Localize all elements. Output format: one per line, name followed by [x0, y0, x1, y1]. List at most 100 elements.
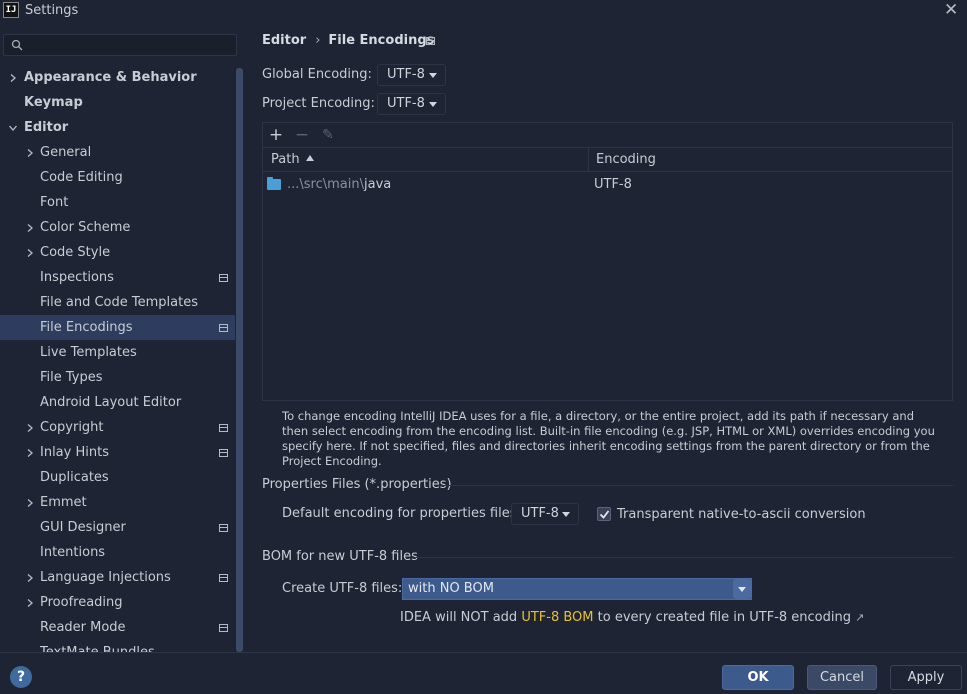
sidebar-item-label: Code Editing	[40, 170, 123, 185]
path-prefix: ...\src\main\	[287, 177, 364, 192]
sidebar-item-code-style[interactable]: Code Style	[0, 240, 235, 265]
column-divider[interactable]	[588, 148, 589, 172]
sidebar-item-label: Copyright	[40, 420, 104, 435]
window-title: Settings	[25, 3, 79, 18]
properties-default-label: Default encoding for properties files:	[282, 506, 521, 521]
sidebar-item-copyright[interactable]: Copyright	[0, 415, 235, 440]
global-encoding-dropdown[interactable]: UTF-8	[377, 64, 446, 86]
chevron-right-icon[interactable]	[24, 240, 36, 265]
apply-button[interactable]: Apply	[890, 665, 962, 690]
sidebar-item-appearance-behavior[interactable]: Appearance & Behavior	[0, 65, 235, 90]
close-icon[interactable]: ✕	[944, 1, 958, 19]
section-divider	[412, 557, 953, 558]
bom-note-prefix: IDEA will NOT add	[400, 610, 522, 625]
properties-encoding-dropdown[interactable]: UTF-8	[511, 503, 579, 525]
chevron-right-icon[interactable]	[24, 565, 36, 590]
sidebar-item-gui-designer[interactable]: GUI Designer	[0, 515, 235, 540]
ok-button[interactable]: OK	[722, 665, 794, 690]
sidebar-scrollbar[interactable]	[236, 68, 243, 652]
sidebar-item-android-layout-editor[interactable]: Android Layout Editor	[0, 390, 235, 415]
app-logo-icon: IJ	[3, 2, 19, 18]
project-scope-icon	[219, 324, 228, 332]
search-input[interactable]	[3, 34, 237, 56]
project-encoding-dropdown[interactable]: UTF-8	[377, 93, 446, 115]
sidebar-item-file-and-code-templates[interactable]: File and Code Templates	[0, 290, 235, 315]
column-header-path[interactable]: Path	[271, 152, 314, 167]
chevron-down-icon	[562, 512, 570, 517]
sidebar-item-label: Duplicates	[40, 470, 109, 485]
project-scope-icon	[219, 574, 228, 582]
encoding-help-text: To change encoding IntelliJ IDEA uses fo…	[282, 409, 935, 468]
breadcrumb: Editor › File Encodings	[262, 33, 434, 48]
checkmark-icon	[599, 510, 610, 519]
chevron-right-icon[interactable]	[24, 415, 36, 440]
sidebar-item-file-types[interactable]: File Types	[0, 365, 235, 390]
chevron-down-icon	[429, 102, 437, 107]
sidebar-item-label: File Types	[40, 370, 103, 385]
sidebar-item-label: Editor	[24, 120, 69, 135]
sidebar-item-file-encodings[interactable]: File Encodings	[0, 315, 235, 340]
folder-icon	[267, 177, 281, 190]
chevron-right-icon[interactable]	[24, 590, 36, 615]
sidebar-item-editor[interactable]: Editor	[0, 115, 235, 140]
sidebar-item-color-scheme[interactable]: Color Scheme	[0, 215, 235, 240]
properties-encoding-value: UTF-8	[521, 506, 559, 521]
create-utf8-dropdown[interactable]: with NO BOM	[402, 578, 752, 600]
sidebar-item-code-editing[interactable]: Code Editing	[0, 165, 235, 190]
sidebar-item-language-injections[interactable]: Language Injections	[0, 565, 235, 590]
table-header: Path Encoding	[263, 148, 952, 172]
transparent-conversion-checkbox[interactable]	[597, 507, 611, 521]
sidebar-item-label: Code Style	[40, 245, 111, 260]
sidebar-item-font[interactable]: Font	[0, 190, 235, 215]
column-header-encoding[interactable]: Encoding	[596, 152, 656, 167]
help-button[interactable]: ?	[10, 666, 32, 688]
external-link-icon[interactable]: ↗	[855, 611, 864, 624]
sidebar-item-proofreading[interactable]: Proofreading	[0, 590, 235, 615]
sidebar-item-emmet[interactable]: Emmet	[0, 490, 235, 515]
sidebar-item-label: File and Code Templates	[40, 295, 198, 310]
sidebar-item-keymap[interactable]: Keymap	[0, 90, 235, 115]
breadcrumb-separator: ›	[315, 33, 321, 48]
chevron-right-icon[interactable]	[24, 440, 36, 465]
path-name: java	[364, 177, 392, 192]
chevron-right-icon[interactable]	[24, 215, 36, 240]
create-utf8-value: with NO BOM	[408, 581, 494, 596]
bom-note-suffix: to every created file in UTF-8 encoding	[593, 610, 851, 625]
project-scope-icon	[219, 449, 228, 457]
sidebar-item-intentions[interactable]: Intentions	[0, 540, 235, 565]
encoding-cell[interactable]: UTF-8	[594, 177, 632, 192]
sidebar-item-textmate-bundles[interactable]: TextMate Bundles	[0, 640, 235, 652]
sidebar-item-label: Proofreading	[40, 595, 123, 610]
edit-icon[interactable]: ✎	[318, 125, 338, 145]
sidebar-item-live-templates[interactable]: Live Templates	[0, 340, 235, 365]
title-bar: IJ Settings ✕	[0, 0, 967, 22]
chevron-right-icon[interactable]	[24, 490, 36, 515]
sidebar-item-inlay-hints[interactable]: Inlay Hints	[0, 440, 235, 465]
chevron-right-icon[interactable]	[24, 140, 36, 165]
sidebar-item-label: Inlay Hints	[40, 445, 109, 460]
transparent-conversion-label[interactable]: Transparent native-to-ascii conversion	[617, 507, 866, 522]
sidebar-item-label: Color Scheme	[40, 220, 131, 235]
bom-note-highlight: UTF-8 BOM	[521, 610, 594, 625]
sidebar-item-general[interactable]: General	[0, 140, 235, 165]
cancel-button[interactable]: Cancel	[807, 665, 877, 690]
sidebar-item-label: Live Templates	[40, 345, 137, 360]
remove-icon[interactable]: −	[292, 125, 312, 145]
bom-note: IDEA will NOT add UTF-8 BOM to every cre…	[400, 610, 864, 625]
project-encoding-value: UTF-8	[387, 96, 425, 111]
table-row[interactable]: ...\src\main\java UTF-8	[263, 173, 952, 197]
breadcrumb-current: File Encodings	[328, 33, 435, 48]
table-toolbar: + − ✎	[263, 123, 952, 148]
sidebar-item-inspections[interactable]: Inspections	[0, 265, 235, 290]
add-icon[interactable]: +	[266, 125, 286, 145]
chevron-right-icon[interactable]	[7, 65, 19, 90]
project-encoding-label: Project Encoding:	[262, 96, 375, 111]
project-scope-icon	[426, 37, 435, 45]
chevron-down-icon	[733, 579, 751, 599]
chevron-down-icon[interactable]	[7, 115, 19, 140]
global-encoding-label: Global Encoding:	[262, 67, 372, 82]
sidebar-item-reader-mode[interactable]: Reader Mode	[0, 615, 235, 640]
sidebar-item-label: Font	[40, 195, 69, 210]
breadcrumb-parent[interactable]: Editor	[262, 33, 306, 48]
sidebar-item-duplicates[interactable]: Duplicates	[0, 465, 235, 490]
